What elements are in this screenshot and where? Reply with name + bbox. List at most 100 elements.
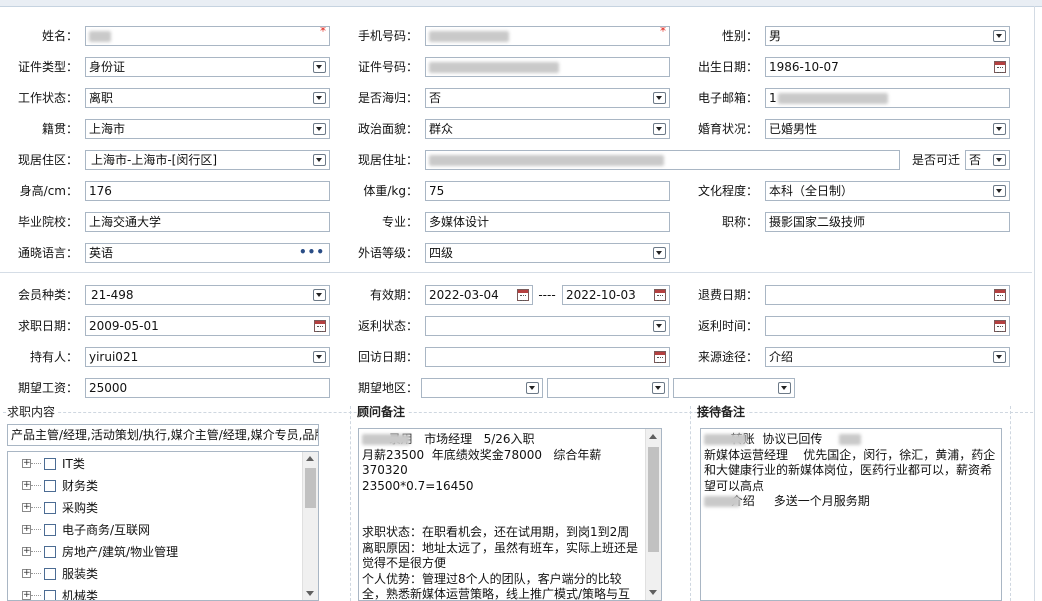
relocate-select[interactable]: 否 xyxy=(965,150,1010,170)
validity-end-field[interactable]: 2022-10-03 xyxy=(562,285,670,305)
checkbox[interactable] xyxy=(44,590,56,600)
major-field[interactable]: 多媒体设计 xyxy=(425,212,670,232)
salary-label: 期望工资： xyxy=(17,381,78,395)
source-select[interactable]: 介绍 xyxy=(765,347,1010,367)
panel-divider xyxy=(690,406,691,601)
email-field[interactable]: 1 xyxy=(765,88,1010,108)
work-status-select[interactable]: 离职 xyxy=(85,88,330,108)
chevron-down-icon[interactable] xyxy=(653,123,666,135)
expand-icon[interactable]: + xyxy=(22,547,31,556)
chevron-down-icon[interactable] xyxy=(313,92,326,104)
id-type-select[interactable]: 身份证 xyxy=(85,57,330,77)
holder-select[interactable]: yirui021 xyxy=(85,347,330,367)
scroll-down-arrow[interactable] xyxy=(306,591,314,596)
chevron-down-icon[interactable] xyxy=(313,351,326,363)
chevron-down-icon[interactable] xyxy=(653,92,666,104)
chevron-down-icon[interactable] xyxy=(653,247,666,259)
checkbox[interactable] xyxy=(44,502,56,514)
checkbox[interactable] xyxy=(44,568,56,580)
relocate-label: 是否可迁 xyxy=(911,153,960,167)
birth-date-field[interactable]: 1986-10-07 xyxy=(765,57,1010,77)
chevron-down-icon[interactable] xyxy=(313,61,326,73)
expand-icon[interactable]: + xyxy=(22,481,31,490)
chevron-down-icon[interactable] xyxy=(778,382,791,394)
checkbox[interactable] xyxy=(44,546,56,558)
calendar-icon[interactable] xyxy=(654,289,666,301)
more-icon[interactable]: ••• xyxy=(299,244,325,261)
weight-field[interactable]: 75 xyxy=(425,181,670,201)
overseas-select[interactable]: 否 xyxy=(425,88,670,108)
address-field[interactable] xyxy=(425,150,900,170)
job-content-selected-field[interactable]: 产品主管/经理,活动策划/执行,媒介主管/经理,媒介专员,品牌 xyxy=(7,424,319,446)
language-field[interactable]: 英语 ••• xyxy=(85,243,330,263)
refund-date-field[interactable] xyxy=(765,285,1010,305)
chevron-down-icon[interactable] xyxy=(313,154,326,166)
marital-select[interactable]: 已婚男性 xyxy=(765,119,1010,139)
scroll-up-arrow[interactable] xyxy=(649,434,657,439)
political-select[interactable]: 群众 xyxy=(425,119,670,139)
scroll-thumb[interactable] xyxy=(648,447,659,552)
chevron-down-icon[interactable] xyxy=(313,123,326,135)
scroll-down-arrow[interactable] xyxy=(649,590,657,595)
rebate-status-select[interactable] xyxy=(425,316,670,336)
expand-icon[interactable]: + xyxy=(22,503,31,512)
calendar-icon[interactable] xyxy=(994,289,1006,301)
id-number-field[interactable] xyxy=(425,57,670,77)
member-type-select[interactable]: 21-498 xyxy=(85,285,330,305)
chevron-down-icon[interactable] xyxy=(993,351,1006,363)
calendar-icon[interactable] xyxy=(654,351,666,363)
job-title-field[interactable]: 摄影国家二级技师 xyxy=(765,212,1010,232)
education-select[interactable]: 本科（全日制） xyxy=(765,181,1010,201)
chevron-down-icon[interactable] xyxy=(993,154,1006,166)
phone-field[interactable]: * xyxy=(425,26,670,46)
language-level-select[interactable]: 四级 xyxy=(425,243,670,263)
height-field[interactable]: 176 xyxy=(85,181,330,201)
advisor-note-scrollbar[interactable] xyxy=(645,429,661,600)
scroll-thumb[interactable] xyxy=(305,468,316,508)
expand-icon[interactable]: + xyxy=(22,459,31,468)
residence-area-select[interactable]: 上海市-上海市-[闵行区] xyxy=(85,150,330,170)
tree-item-label: 服装类 xyxy=(62,567,99,581)
expand-icon[interactable]: + xyxy=(22,569,31,578)
checkbox[interactable] xyxy=(44,480,56,492)
expected-area-district-select[interactable] xyxy=(673,378,795,398)
language-level-value: 四级 xyxy=(429,246,454,260)
tree-item-label: 财务类 xyxy=(62,479,99,493)
expand-icon[interactable]: + xyxy=(22,591,31,600)
expected-area-province-select[interactable] xyxy=(421,378,543,398)
overseas-label: 是否海归： xyxy=(357,91,418,105)
chevron-down-icon[interactable] xyxy=(652,382,665,394)
checkbox[interactable] xyxy=(44,458,56,470)
name-field[interactable]: * xyxy=(85,26,330,46)
job-date-field[interactable]: 2009-05-01 xyxy=(85,316,330,336)
chevron-down-icon[interactable] xyxy=(313,289,326,301)
advisor-note-textarea[interactable]: 录用 市场经理 5/26入职 月薪23500 年底绩效奖金78000 综合年薪3… xyxy=(358,428,662,601)
checkbox[interactable] xyxy=(44,524,56,536)
calendar-icon[interactable] xyxy=(314,320,326,332)
required-mark: * xyxy=(660,26,666,38)
chevron-down-icon[interactable] xyxy=(993,123,1006,135)
validity-start-field[interactable]: 2022-03-04 xyxy=(425,285,533,305)
visit-date-field[interactable] xyxy=(425,347,670,367)
chevron-down-icon[interactable] xyxy=(993,185,1006,197)
reception-note-textarea[interactable]: 转账 协议已回传 新媒体运营经理 优先国企，闵行，徐汇，黄浦，药企和大健康行业的… xyxy=(700,428,1002,601)
tree-scrollbar[interactable] xyxy=(302,452,318,600)
expand-icon[interactable]: + xyxy=(22,525,31,534)
salary-field[interactable]: 25000 xyxy=(85,378,330,398)
height-label: 身高/cm： xyxy=(19,184,78,198)
calendar-icon[interactable] xyxy=(994,61,1006,73)
job-category-tree[interactable]: + IT类 + 财务类 + 采购类 + 电子商务/互联网 + 房地产/建筑/物业… xyxy=(7,451,319,601)
native-place-select[interactable]: 上海市 xyxy=(85,119,330,139)
birth-date-value: 1986-10-07 xyxy=(769,60,839,74)
marital-label: 婚育状况： xyxy=(697,122,758,136)
chevron-down-icon[interactable] xyxy=(526,382,539,394)
expected-area-city-select[interactable] xyxy=(547,378,669,398)
rebate-time-field[interactable] xyxy=(765,316,1010,336)
chevron-down-icon[interactable] xyxy=(993,30,1006,42)
scroll-up-arrow[interactable] xyxy=(306,456,314,461)
school-field[interactable]: 上海交通大学 xyxy=(85,212,330,232)
gender-select[interactable]: 男 xyxy=(765,26,1010,46)
chevron-down-icon[interactable] xyxy=(653,320,666,332)
calendar-icon[interactable] xyxy=(517,289,529,301)
calendar-icon[interactable] xyxy=(994,320,1006,332)
